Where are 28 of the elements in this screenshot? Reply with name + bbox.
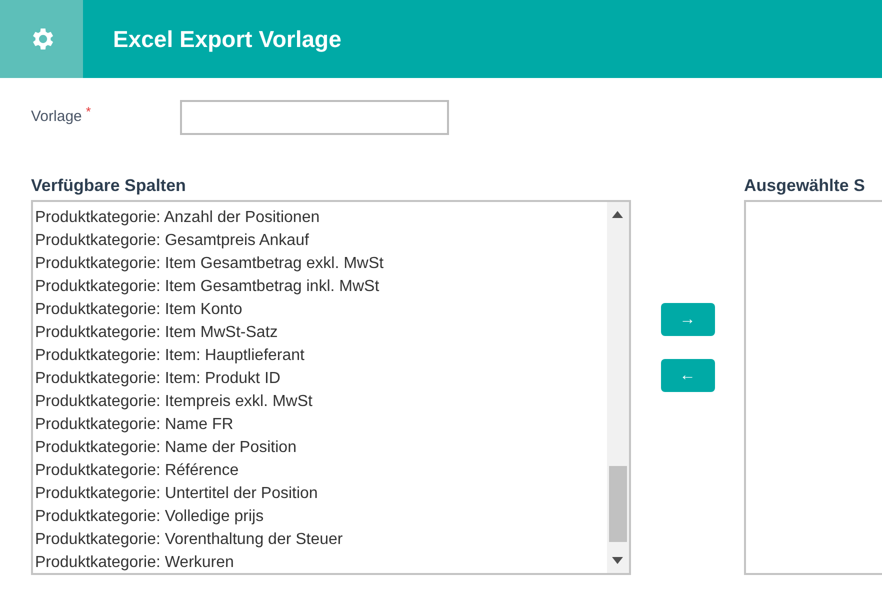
page-title: Excel Export Vorlage [113,24,342,54]
list-item[interactable]: Produktkategorie: Gesamtpreis Ankauf [35,229,607,252]
list-item[interactable]: Produktkategorie: Item Gesamtbetrag exkl. MwSt [35,252,607,275]
field-label: Vorlage [31,107,82,128]
list-item[interactable]: Produktkategorie: Item Gesamtbetrag inkl. MwSt [35,275,607,298]
list-item[interactable]: Produktkategorie: Name FR [35,413,607,436]
list-item[interactable]: Produktkategorie: Werkuren [35,551,607,573]
section-heading: Ausgewählte S [744,175,866,197]
list-item[interactable]: Produktkategorie: Anzahl der Positionen [35,206,607,229]
list-box[interactable] [31,200,631,575]
settings-button[interactable] [0,0,83,78]
list-item[interactable]: Produktkategorie: Item: Produkt ID [35,367,607,390]
scroll-down-icon [612,557,623,564]
list-item[interactable]: Produktkategorie: Vorenthaltung der Steuer [35,528,607,551]
section-heading: Verfügbare Spalten [31,175,187,197]
scrollbar-thumb[interactable] [609,466,627,542]
list-item[interactable]: Produktkategorie: Item Konto [35,298,607,321]
input-field[interactable] [180,100,449,135]
list-item[interactable]: Produktkategorie: Référence [35,459,607,482]
list-item[interactable]: Produktkategorie: Volledige prijs [35,505,607,528]
list-item[interactable]: Produktkategorie: Item: Hauptlieferant [35,344,607,367]
list-item[interactable]: Produktkategorie: Untertitel der Position [35,482,607,505]
list-item[interactable]: Produktkategorie: Item MwSt-Satz [35,321,607,344]
scroll-up-icon [612,211,623,218]
required-mark: * [86,103,91,122]
scrollbar[interactable] [607,202,629,573]
list-item[interactable]: Produktkategorie: Itempreis exkl. MwSt [35,390,607,413]
list-item[interactable]: Produktkategorie: Name der Position [35,436,607,459]
